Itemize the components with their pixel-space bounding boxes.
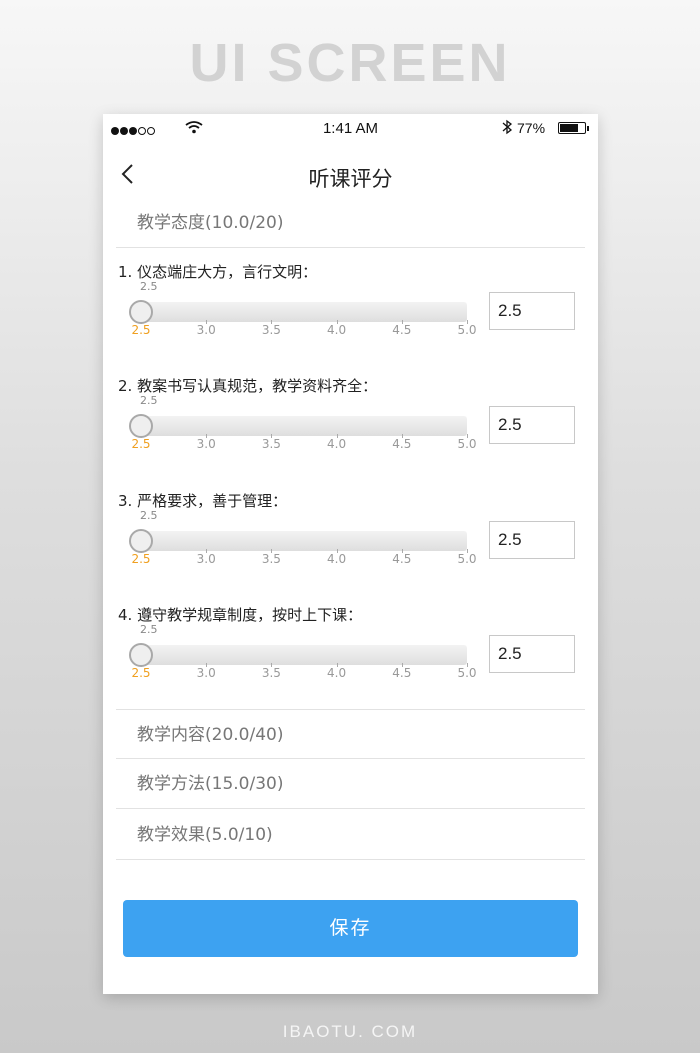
rating-item-3: 3. 严格要求，善于管理： 2.5 2.5 3.0 3.5 4.0 4.5 5.0 2.5 <box>118 490 588 600</box>
slider-track[interactable] <box>141 531 467 551</box>
battery-tip <box>587 126 589 131</box>
slider-tick-label: 4.5 <box>392 666 412 680</box>
battery-icon <box>558 122 589 134</box>
slider-tick-label: 4.5 <box>392 323 412 337</box>
slider-tick-label: 5.0 <box>457 552 477 566</box>
section-effect-header[interactable]: 教学效果(5.0/10) <box>116 810 585 860</box>
slider-tick-label: 2.5 <box>131 552 151 566</box>
slider-tick-label: 4.0 <box>327 323 347 337</box>
slider-tick-label: 4.0 <box>327 437 347 451</box>
slider-tick-label: 2.5 <box>131 323 151 337</box>
page-title: 听课评分 <box>308 167 393 191</box>
site-watermark: IBAOTU. COM <box>282 1022 418 1041</box>
phone-screen: 1:41 AM 77% 听课评分 教学态度(10.0/20) 1. 仪态端庄大方… <box>103 114 598 994</box>
slider-tick-label: 4.0 <box>327 552 347 566</box>
slider-thumb[interactable] <box>129 300 153 324</box>
slider-tick-label: 5.0 <box>457 666 477 680</box>
slider-tick-label: 5.0 <box>457 323 477 337</box>
slider-tick-label: 2.5 <box>131 437 151 451</box>
slider-tick-label: 3.5 <box>261 437 281 451</box>
slider-tick-label: 4.5 <box>392 437 412 451</box>
question-label: 3. 严格要求，善于管理： <box>118 492 288 510</box>
banner-title: UI SCREEN <box>189 33 511 93</box>
battery-level <box>560 124 578 132</box>
slider-tick-label: 3.0 <box>196 437 216 451</box>
rating-item-1: 1. 仪态端庄大方，言行文明： 2.5 2.5 3.0 3.5 4.0 4.5 5.0 2… <box>118 261 588 371</box>
slider-track[interactable] <box>141 302 467 322</box>
slider-value-label: 2.5 <box>140 623 158 636</box>
section-attitude-header[interactable]: 教学态度(10.0/20) <box>116 198 585 248</box>
question-label: 1. 仪态端庄大方，言行文明： <box>118 263 318 281</box>
slider-tick-label: 5.0 <box>457 437 477 451</box>
slider-value-label: 2.5 <box>140 394 158 407</box>
slider-tick-label: 2.5 <box>131 666 151 680</box>
score-input[interactable]: 2.5 <box>489 521 575 559</box>
score-input[interactable]: 2.5 <box>489 292 575 330</box>
slider-thumb[interactable] <box>129 529 153 553</box>
slider-track[interactable] <box>141 645 467 665</box>
bluetooth-icon <box>502 119 513 135</box>
slider-tick-label: 4.0 <box>327 666 347 680</box>
question-label: 4. 遵守教学规章制度，按时上下课： <box>118 606 363 624</box>
slider-value-label: 2.5 <box>140 280 158 293</box>
battery-percent: 77% <box>517 120 546 136</box>
slider-value-label: 2.5 <box>140 509 158 522</box>
rating-item-2: 2. 教案书写认真规范，教学资料齐全： 2.5 2.5 3.0 3.5 4.0 4.5 5… <box>118 375 588 485</box>
save-button[interactable]: 保存 <box>123 900 578 957</box>
score-input[interactable]: 2.5 <box>489 635 575 673</box>
question-label: 2. 教案书写认真规范，教学资料齐全： <box>118 377 378 395</box>
section-method-header[interactable]: 教学方法(15.0/30) <box>116 759 585 809</box>
slider-thumb[interactable] <box>129 643 153 667</box>
slider-track[interactable] <box>141 416 467 436</box>
nav-bar: 听课评分 <box>103 154 598 198</box>
slider-tick-label: 3.5 <box>261 552 281 566</box>
status-bar: 1:41 AM 77% <box>103 114 598 142</box>
slider-tick-label: 4.5 <box>392 552 412 566</box>
slider-tick-label: 3.0 <box>196 666 216 680</box>
slider-tick-label: 3.0 <box>196 552 216 566</box>
slider-thumb[interactable] <box>129 414 153 438</box>
rating-item-4: 4. 遵守教学规章制度，按时上下课： 2.5 2.5 3.0 3.5 4.0 4.5 5.… <box>118 604 588 714</box>
slider-tick-label: 3.5 <box>261 323 281 337</box>
slider-tick-label: 3.5 <box>261 666 281 680</box>
slider-tick-label: 3.0 <box>196 323 216 337</box>
section-content-header[interactable]: 教学内容(20.0/40) <box>116 709 585 759</box>
score-input[interactable]: 2.5 <box>489 406 575 444</box>
